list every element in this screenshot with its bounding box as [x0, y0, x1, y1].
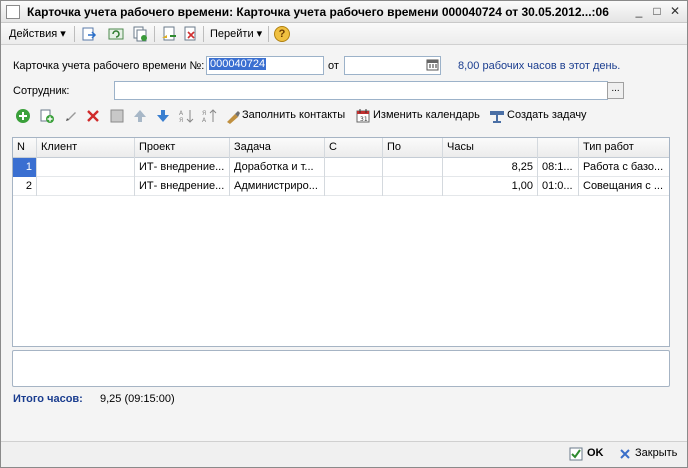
ok-button-label: OK [587, 447, 604, 459]
column-header-n[interactable]: N [13, 138, 37, 158]
toolbar-separator [154, 26, 155, 42]
time-cell[interactable]: 08:1... [538, 158, 579, 177]
fill-contacts-button[interactable]: Заполнить контакты [242, 109, 345, 121]
project-cell[interactable]: ИТ- внедрение... [135, 158, 230, 177]
column-header-time[interactable] [538, 138, 579, 158]
card-number-label: Карточка учета рабочего времени №: [13, 60, 205, 72]
column-header-hours[interactable]: Часы [443, 138, 538, 158]
help-icon[interactable]: ? [274, 26, 290, 42]
to-cell[interactable] [383, 158, 443, 177]
column-header-project[interactable]: Проект [135, 138, 230, 158]
goto-menu[interactable]: Перейти ▾ [210, 26, 262, 42]
close-button-label: Закрыть [635, 447, 678, 459]
main-toolbar: Действия ▾ Перейти ▾ ? [1, 23, 687, 45]
svg-text:A: A [179, 110, 184, 117]
actions-menu-label: Действия [9, 28, 58, 40]
work-type-cell[interactable]: Совещания с ... [579, 177, 669, 196]
checkmark-icon [569, 447, 583, 461]
date-label: от [328, 60, 339, 72]
window-title: Карточка учета рабочего времени: Карточк… [27, 5, 609, 19]
table-header: N Клиент Проект Задача С По Часы Тип раб… [13, 138, 669, 158]
card-number-field[interactable]: 000040724 [206, 56, 324, 75]
task-cell[interactable]: Доработка и т... [230, 158, 325, 177]
chevron-down-icon: ▾ [256, 28, 263, 40]
title-bar[interactable]: Карточка учета рабочего времени: Карточк… [1, 1, 687, 23]
row-number: 1 [13, 158, 37, 177]
svg-text:Я: Я [179, 117, 183, 124]
toolbar-separator [268, 26, 269, 42]
post-and-close-icon[interactable] [81, 26, 97, 42]
toolbar-separator [203, 26, 204, 42]
client-cell[interactable] [37, 158, 135, 177]
create-task-button[interactable]: Создать задачу [507, 109, 587, 121]
chevron-down-icon: ▾ [60, 28, 66, 40]
sort-ascending-icon[interactable]: AЯ [178, 108, 194, 124]
working-hours-info: 8,00 рабочих часов в этот день. [458, 60, 621, 72]
toolbar-separator [74, 26, 75, 42]
fill-contacts-icon[interactable] [225, 108, 241, 124]
table-row[interactable]: 1 ИТ- внедрение... Доработка и т... 8,25… [13, 158, 669, 177]
comment-field[interactable] [12, 350, 670, 387]
time-entries-table[interactable]: N Клиент Проект Задача С По Часы Тип раб… [12, 137, 670, 347]
close-window-button[interactable]: ✕ [667, 4, 683, 20]
row-number: 2 [13, 177, 37, 196]
from-cell[interactable] [325, 177, 383, 196]
svg-text:A: A [202, 117, 207, 124]
move-up-icon[interactable] [132, 108, 148, 124]
employee-label: Сотрудник: [13, 85, 70, 97]
change-calendar-icon[interactable]: 31 [355, 108, 371, 124]
column-header-task[interactable]: Задача [230, 138, 325, 158]
copy-row-icon[interactable] [39, 108, 55, 124]
time-card-window: Карточка учета рабочего времени: Карточк… [0, 0, 688, 468]
employee-select-button[interactable]: ... [607, 82, 624, 99]
project-cell[interactable]: ИТ- внедрение... [135, 177, 230, 196]
to-cell[interactable] [383, 177, 443, 196]
unpost-document-icon[interactable] [182, 26, 198, 42]
change-calendar-button[interactable]: Изменить календарь [373, 109, 480, 121]
task-cell[interactable]: Администриро... [230, 177, 325, 196]
end-editing-icon[interactable] [109, 108, 125, 124]
column-header-client[interactable]: Клиент [37, 138, 135, 158]
time-cell[interactable]: 01:0... [538, 177, 579, 196]
total-hours-label: Итого часов: [13, 393, 83, 405]
move-down-icon[interactable] [155, 108, 171, 124]
hours-cell[interactable]: 8,25 [443, 158, 538, 177]
maximize-button[interactable]: □ [649, 4, 665, 20]
post-document-icon[interactable] [161, 26, 177, 42]
close-icon [620, 449, 630, 459]
minimize-button[interactable]: _ [631, 4, 647, 20]
create-task-icon[interactable] [489, 108, 505, 124]
card-number-value: 000040724 [209, 58, 267, 70]
edit-row-icon[interactable] [63, 108, 79, 124]
sort-descending-icon[interactable]: ЯA [201, 108, 217, 124]
employee-field[interactable] [114, 81, 608, 100]
from-cell[interactable] [325, 158, 383, 177]
goto-menu-label: Перейти [210, 28, 254, 40]
delete-row-icon[interactable] [85, 108, 101, 124]
hours-cell[interactable]: 1,00 [443, 177, 538, 196]
footer-bar: OK Закрыть [1, 441, 687, 467]
column-header-work-type[interactable]: Тип работ [579, 138, 669, 158]
svg-text:31: 31 [360, 116, 368, 123]
copy-document-icon[interactable] [132, 26, 148, 42]
work-type-cell[interactable]: Работа с базо... [579, 158, 669, 177]
client-cell[interactable] [37, 177, 135, 196]
svg-text:Я: Я [202, 110, 206, 117]
table-row[interactable]: 2 ИТ- внедрение... Администриро... 1,00 … [13, 177, 669, 196]
total-hours-value: 9,25 (09:15:00) [100, 393, 175, 405]
column-header-from[interactable]: С [325, 138, 383, 158]
actions-menu[interactable]: Действия ▾ [9, 26, 66, 42]
calendar-icon[interactable] [426, 58, 439, 71]
reread-icon[interactable] [108, 26, 124, 42]
document-icon [6, 5, 20, 19]
column-header-to[interactable]: По [383, 138, 443, 158]
add-row-icon[interactable] [15, 108, 31, 124]
